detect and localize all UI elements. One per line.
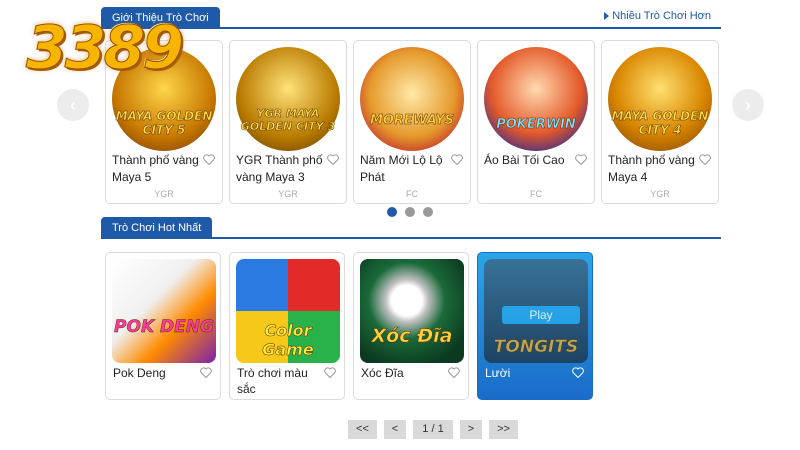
game-provider: FC (530, 189, 542, 199)
carousel-dot[interactable] (405, 207, 415, 217)
game-card[interactable]: POKERWIN Áo Bài Tối Cao FC (477, 40, 595, 204)
first-page-button[interactable]: << (348, 420, 377, 439)
carousel-dot[interactable] (423, 207, 433, 217)
more-games-link[interactable]: Nhiều Trò Chơi Hơn (604, 10, 711, 22)
game-title: Năm Mới Lộ Lộ Phát (360, 153, 443, 184)
game-title: Lười (485, 366, 511, 380)
game-title: Áo Bài Tối Cao (484, 153, 565, 167)
game-card[interactable]: MOREWAYS Năm Mới Lộ Lộ Phát FC (353, 40, 471, 204)
prev-page-button[interactable]: < (384, 420, 406, 439)
pagination: << < 1 / 1 > >> (348, 420, 518, 439)
hot-section-tab: Trò Chơi Hot Nhất (101, 217, 213, 239)
game-thumbnail[interactable]: POKERWIN (484, 47, 588, 151)
game-thumbnail[interactable]: MAYA GOLDEN CITY 4 (608, 47, 712, 151)
thumbnail-art-text: YGR MAYA GOLDEN CITY 3 (240, 107, 336, 134)
hot-game-card[interactable]: POK DENG Pok Deng (105, 252, 221, 400)
game-thumbnail[interactable]: MOREWAYS (360, 47, 464, 151)
game-provider: FC (406, 189, 418, 199)
thumbnail-art-text: MAYA GOLDEN CITY 5 (115, 109, 213, 138)
game-title: Pok Deng (113, 366, 166, 380)
game-card[interactable]: MAYA GOLDEN CITY 4 Thành phố vàng Maya 4… (601, 40, 719, 204)
heart-icon[interactable] (327, 154, 339, 165)
carousel-next-button[interactable]: › (732, 89, 764, 121)
caret-right-icon (604, 12, 610, 20)
heart-icon[interactable] (572, 367, 584, 378)
game-provider: YGR (650, 189, 670, 199)
game-title: Thành phố vàng Maya 4 (608, 153, 695, 184)
heart-icon[interactable] (575, 154, 587, 165)
heart-icon[interactable] (448, 367, 460, 378)
heart-icon[interactable] (451, 154, 463, 165)
game-title: Thành phố vàng Maya 5 (112, 153, 199, 184)
thumbnail-art-text: MOREWAYS (369, 113, 455, 129)
game-thumbnail[interactable]: TONGITS Play (484, 259, 588, 363)
game-thumbnail[interactable]: Xóc Đĩa (360, 259, 464, 363)
hot-game-card-selected[interactable]: TONGITS Play Lười (477, 252, 593, 400)
thumbnail-art-text: Xóc Đĩa (371, 325, 453, 348)
heart-icon[interactable] (699, 154, 711, 165)
heart-icon[interactable] (203, 154, 215, 165)
thumbnail-art-text: TONGITS (493, 337, 579, 358)
thumbnail-art-text: POK DENG (114, 317, 214, 338)
thumbnail-art-text: MAYA GOLDEN CITY 4 (611, 109, 709, 138)
carousel-dots (387, 207, 433, 217)
next-page-button[interactable]: > (460, 420, 482, 439)
carousel-dot[interactable] (387, 207, 397, 217)
last-page-button[interactable]: >> (489, 420, 518, 439)
game-title: YGR Thành phố vàng Maya 3 (236, 153, 323, 184)
hot-section-header: Trò Chơi Hot Nhất (101, 217, 721, 239)
game-provider: YGR (278, 189, 298, 199)
thumbnail-art-text: Color Game (262, 321, 314, 360)
hot-game-card[interactable]: Xóc Đĩa Xóc Đĩa (353, 252, 469, 400)
thumbnail-art-text: POKERWIN (496, 117, 576, 133)
game-provider: YGR (154, 189, 174, 199)
game-title: Trò chơi màu sắc (237, 366, 308, 396)
logo-text: 3389 (26, 13, 185, 84)
game-card[interactable]: YGR MAYA GOLDEN CITY 3 YGR Thành phố vàn… (229, 40, 347, 204)
game-thumbnail[interactable]: POK DENG (112, 259, 216, 363)
hot-game-card[interactable]: Color Game Trò chơi màu sắc (229, 252, 345, 400)
game-thumbnail[interactable]: YGR MAYA GOLDEN CITY 3 (236, 47, 340, 151)
more-games-label: Nhiều Trò Chơi Hơn (612, 10, 711, 22)
game-title: Xóc Đĩa (361, 366, 404, 380)
game-thumbnail[interactable]: Color Game (236, 259, 340, 363)
chevron-right-icon: › (745, 94, 751, 115)
heart-icon[interactable] (200, 367, 212, 378)
brand-logo[interactable]: 3389 (26, 8, 196, 98)
heart-icon[interactable] (324, 367, 336, 378)
play-button[interactable]: Play (502, 306, 580, 324)
page-indicator: 1 / 1 (413, 420, 453, 439)
